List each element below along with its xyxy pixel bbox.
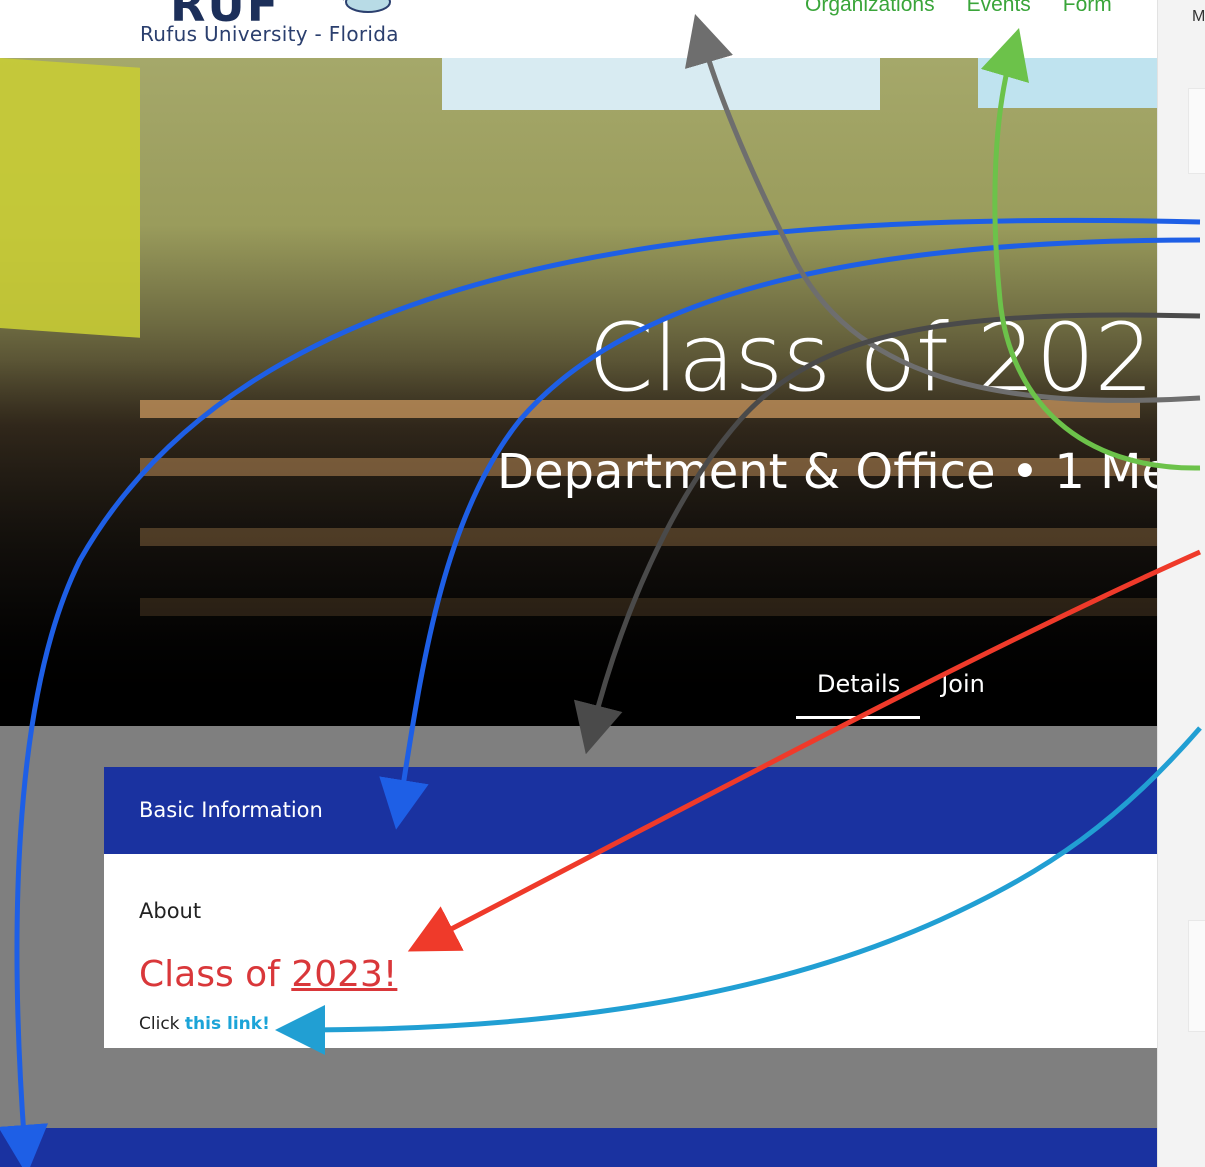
nav-organizations[interactable]: Organizations [805,0,935,17]
basic-information-title: Basic Information [139,798,323,822]
side-panel-card[interactable] [1188,920,1205,1032]
click-line: Click this link! [139,1014,270,1034]
nav-forms[interactable]: Form [1063,0,1112,17]
hero-title: Class of 202 [588,304,1154,413]
about-label: About [139,899,202,923]
hero-background-wall [0,58,140,338]
logo-subtitle: Rufus University - Florida [140,22,399,46]
tab-details[interactable]: Details [796,670,921,719]
side-panel-text: M [1192,8,1205,25]
hero-subtitle: Department & Office • 1 Me [497,444,1157,500]
tab-join[interactable]: Join [920,670,1005,719]
side-panel-card[interactable] [1188,88,1205,174]
hero-background-screen [442,58,880,110]
basic-information-header: Basic Information [104,767,1157,854]
hero-tabs: Details Join [796,670,1005,719]
nav-events[interactable]: Events [967,0,1031,17]
basic-information-body: About Class of 2023! Click this link! [104,854,1157,1048]
footer-bar [0,1128,1157,1167]
hero-background-seats [140,528,1157,546]
about-heading-text: Class of [139,954,292,995]
page-stage: RUF Rufus University - Florida Organizat… [0,0,1157,1167]
about-heading: Class of 2023! [139,954,397,995]
mascot-logo-icon [342,0,391,13]
about-heading-link[interactable]: 2023! [291,954,397,995]
hero-background-screen [978,58,1157,108]
hero-background-seats [140,598,1157,616]
hero-banner: Class of 202 Department & Office • 1 Me … [0,58,1157,726]
click-line-text: Click [139,1014,185,1034]
main-nav: Organizations Events Form [805,0,1112,17]
side-panel: M [1157,0,1205,1167]
this-link[interactable]: this link! [185,1014,270,1034]
site-header: RUF Rufus University - Florida Organizat… [0,0,1157,58]
